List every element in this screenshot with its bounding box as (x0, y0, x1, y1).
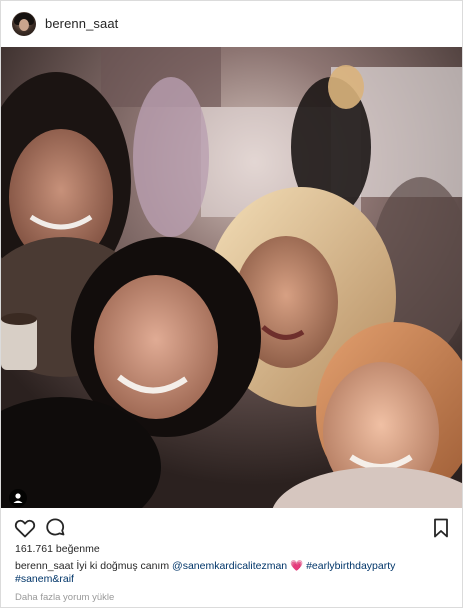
likes-label: beğenme (55, 543, 100, 555)
header-username[interactable]: berenn_saat (45, 16, 118, 31)
avatar[interactable] (12, 12, 36, 36)
user-tag-icon[interactable] (9, 489, 27, 507)
heart-emoji: 💗 (290, 560, 304, 572)
avatar-face (19, 19, 29, 31)
caption-hashtag-sanem-raif[interactable]: #sanem&raif (15, 573, 74, 585)
bookmark-icon[interactable] (429, 516, 453, 540)
likes-number: 161.761 (15, 543, 53, 555)
post-actions (1, 513, 462, 541)
likes-count[interactable]: 161.761 beğenme (15, 543, 100, 555)
caption-text: İyi ki doğmuş canım (76, 560, 170, 572)
instagram-post: berenn_saat 161.761 beğenme berenn_saat … (0, 0, 463, 608)
post-header: berenn_saat (1, 1, 462, 47)
heart-icon[interactable] (13, 516, 37, 540)
caption-mention[interactable]: @sanemkardicalitezman (172, 560, 287, 572)
selfie-image (1, 47, 462, 508)
caption-hashtag-earlybirthdayparty[interactable]: #earlybirthdayparty (306, 560, 395, 572)
post-caption: berenn_saat İyi ki doğmuş canım @sanemka… (15, 560, 455, 586)
post-photo[interactable] (1, 47, 462, 508)
load-more-comments[interactable]: Daha fazla yorum yükle (15, 592, 114, 603)
caption-username[interactable]: berenn_saat (15, 560, 73, 572)
comment-icon[interactable] (43, 516, 67, 540)
